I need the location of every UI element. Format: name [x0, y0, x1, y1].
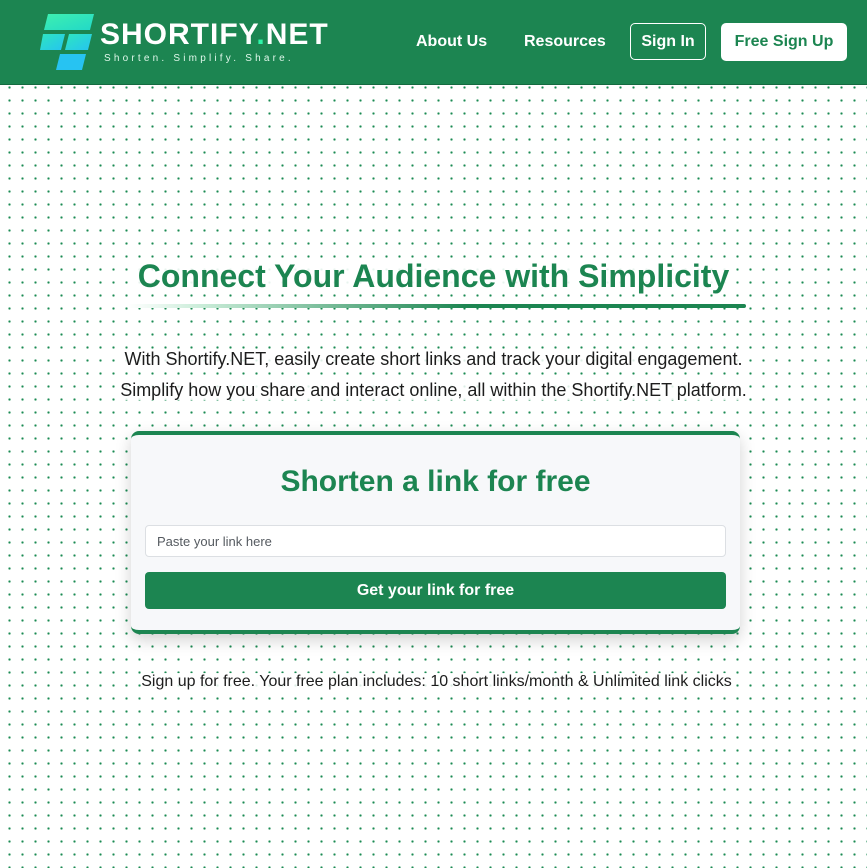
brand-logo[interactable]: SHORTIFY.NET Shorten. Simplify. Share.	[40, 14, 330, 74]
free-plan-note: Sign up for free. Your free plan include…	[0, 673, 867, 691]
brand-name-dot: .	[256, 18, 266, 51]
brand-name-main: SHORTIFY	[100, 18, 257, 51]
top-navbar: SHORTIFY.NET Shorten. Simplify. Share. A…	[0, 0, 867, 85]
free-plan-note-text: Sign up for free. Your free plan include…	[141, 673, 732, 690]
nav-about-us[interactable]: About Us	[416, 33, 487, 51]
brand-name: SHORTIFY.NET	[100, 18, 329, 52]
sign-in-button[interactable]: Sign In	[630, 23, 706, 60]
hero-description: With Shortify.NET, easily create short l…	[0, 344, 867, 406]
paste-link-input[interactable]	[145, 525, 726, 557]
get-link-button[interactable]: Get your link for free	[145, 572, 726, 609]
hero-description-line-1: With Shortify.NET, easily create short l…	[124, 349, 743, 369]
hero-title-text: Connect Your Audience with Simplicity	[135, 258, 732, 294]
hero-title: Connect Your Audience with Simplicity	[0, 258, 867, 295]
stacked-tiles-logo-icon	[40, 14, 94, 70]
nav-resources[interactable]: Resources	[524, 33, 606, 51]
free-sign-up-button[interactable]: Free Sign Up	[721, 23, 847, 61]
shorten-card-title: Shorten a link for free	[280, 465, 591, 498]
shorten-link-card: Shorten a link for free Get your link fo…	[131, 431, 740, 634]
brand-name-suffix: NET	[265, 18, 329, 51]
hero-title-underline	[128, 304, 746, 308]
brand-tagline: Shorten. Simplify. Share.	[104, 53, 294, 64]
hero-description-line-2: Simplify how you share and interact onli…	[120, 380, 747, 400]
